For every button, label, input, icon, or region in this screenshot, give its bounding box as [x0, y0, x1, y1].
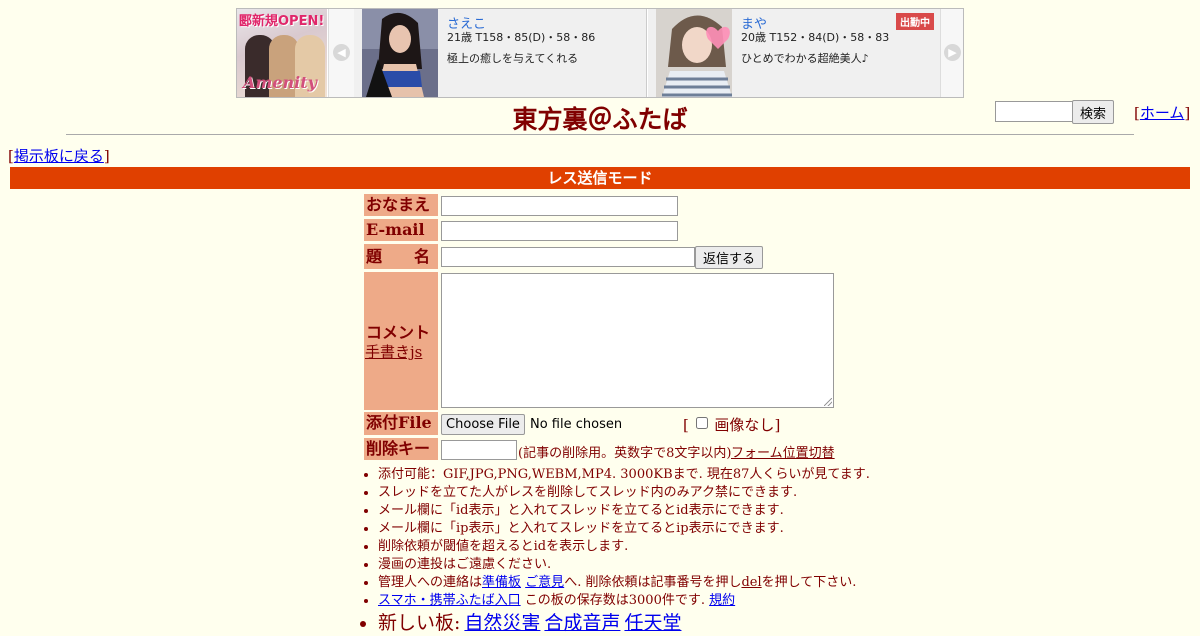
contact-mid: へ. 削除依頼は記事番号を押し — [564, 575, 742, 590]
bracket: [ — [683, 416, 689, 434]
back-link-wrapper: [掲示板に戻る] — [8, 145, 110, 166]
handwrite-js-link[interactable]: 手書きjs — [365, 341, 422, 362]
resize-grip-icon[interactable] — [824, 398, 832, 406]
feedback-link[interactable]: ご意見 — [525, 575, 564, 590]
bracket: ] — [103, 147, 110, 165]
bracket: ] — [1184, 104, 1191, 122]
divider — [66, 134, 1134, 135]
comment-label-cell: コメント 手書きjs — [364, 272, 438, 410]
new-boards-label: 新しい板: — [378, 612, 461, 634]
board-link-synth-voice[interactable]: 合成音声 — [544, 612, 620, 634]
note-item: 添付可能：GIF,JPG,PNG,WEBM,MP4. 3000KBまで. 現在8… — [378, 466, 870, 484]
ad-promo-text: 郾新規OPEN! — [239, 14, 325, 29]
delete-key-note: (記事の削除用。英数字で8文字以内) — [518, 446, 732, 461]
note-item: メール欄に「ip表示」と入れてスレッドを立てるとip表示にできます. — [378, 520, 870, 538]
card-spec: 21歳 T158・85(D)・58・86 — [447, 31, 596, 44]
no-image-label: 画像なし — [714, 416, 775, 434]
bracket: ] — [774, 416, 781, 434]
banner-card[interactable]: まや 出勤中 20歳 T152・84(D)・58・83 ひとめでわかる超絶美人♪ — [648, 9, 941, 97]
note-item: 削除依頼が閾値を超えるとidを表示します. — [378, 538, 870, 556]
card-message: ひとめでわかる超絶美人♪ — [741, 52, 869, 65]
form-position-toggle-link[interactable]: フォーム位置切替 — [731, 442, 835, 461]
search-button[interactable]: 検索 — [1072, 100, 1114, 124]
note-item: 漫画の連投はご遠慮ください. — [378, 556, 870, 574]
contact-prefix: 管理人への連絡は — [378, 575, 483, 590]
banner-card[interactable]: さえこ 21歳 T158・85(D)・58・86 極上の癒しを与えてくれる — [354, 9, 647, 97]
contact-suffix: を押して下さい. — [761, 575, 857, 590]
rules-link[interactable]: 規約 — [709, 593, 735, 608]
choose-file-button[interactable]: Choose File — [441, 414, 525, 435]
ad-banner[interactable]: 郾新規OPEN! Amenity ◀ さえこ 21歳 T158・85(D)・58… — [236, 8, 964, 98]
reply-mode-bar: レス送信モード — [10, 167, 1190, 189]
no-image-checkbox[interactable] — [695, 417, 708, 429]
banner-next-button[interactable]: ▶ — [940, 9, 963, 97]
no-image-option: [ 画像なし] — [683, 414, 780, 435]
mobile-entrance-link[interactable]: スマホ・携帯ふたば入口 — [378, 593, 521, 608]
home-link-wrapper: [ホーム] — [1134, 102, 1190, 123]
card-photo — [362, 9, 438, 97]
note-item: スレッドを立てた人がレスを削除してスレッド内のみアク禁にできます. — [378, 484, 870, 502]
del-link[interactable]: del — [741, 575, 761, 590]
board-link-disaster[interactable]: 自然災害 — [464, 612, 540, 634]
comment-textarea[interactable] — [441, 273, 834, 408]
contact-note: 管理人への連絡は準備板 ご意見へ. 削除依頼は記事番号を押しdelを押して下さい… — [378, 574, 870, 592]
card-photo-image — [656, 9, 732, 97]
board-notes: 添付可能：GIF,JPG,PNG,WEBM,MP4. 3000KBまで. 現在8… — [362, 466, 870, 636]
file-label: 添付File — [364, 412, 438, 435]
comment-label: コメント — [366, 323, 431, 342]
mobile-note: スマホ・携帯ふたば入口 この板の保存数は3000件です. 規約 — [378, 592, 870, 610]
delete-key-input[interactable] — [441, 440, 517, 460]
subject-label: 題 名 — [364, 244, 438, 269]
card-message: 極上の癒しを与えてくれる — [447, 52, 579, 65]
archive-count-text: この板の保存数は3000件です. — [520, 593, 705, 608]
card-spec: 20歳 T152・84(D)・58・83 — [741, 31, 890, 44]
name-input[interactable] — [441, 196, 678, 216]
back-to-board-link[interactable]: 掲示板に戻る — [14, 147, 104, 165]
card-photo — [656, 9, 732, 97]
prep-board-link[interactable]: 準備板 — [482, 575, 521, 590]
status-badge: 出勤中 — [896, 13, 934, 30]
card-photo-image — [362, 9, 438, 97]
chevron-right-icon: ▶ — [944, 44, 961, 61]
shop-ad-image[interactable]: 郾新規OPEN! Amenity — [237, 9, 327, 97]
banner-prev-button[interactable]: ◀ — [328, 9, 356, 97]
submit-reply-button[interactable]: 返信する — [695, 246, 763, 269]
file-status: No file chosen — [530, 417, 623, 432]
note-item: メール欄に「id表示」と入れてスレッドを立てるとid表示にできます. — [378, 502, 870, 520]
subject-input[interactable] — [441, 247, 695, 267]
home-link[interactable]: ホーム — [1140, 104, 1185, 122]
email-label: E-mail — [364, 219, 438, 241]
email-input[interactable] — [441, 221, 678, 241]
delete-key-label: 削除キー — [364, 438, 438, 460]
ad-logo: Amenity — [243, 73, 317, 92]
new-boards: 新しい板:自然災害合成音声任天堂 — [378, 610, 870, 636]
chevron-left-icon: ◀ — [333, 44, 350, 61]
board-link-nintendo[interactable]: 任天堂 — [624, 612, 681, 634]
name-label: おなまえ — [364, 194, 438, 216]
